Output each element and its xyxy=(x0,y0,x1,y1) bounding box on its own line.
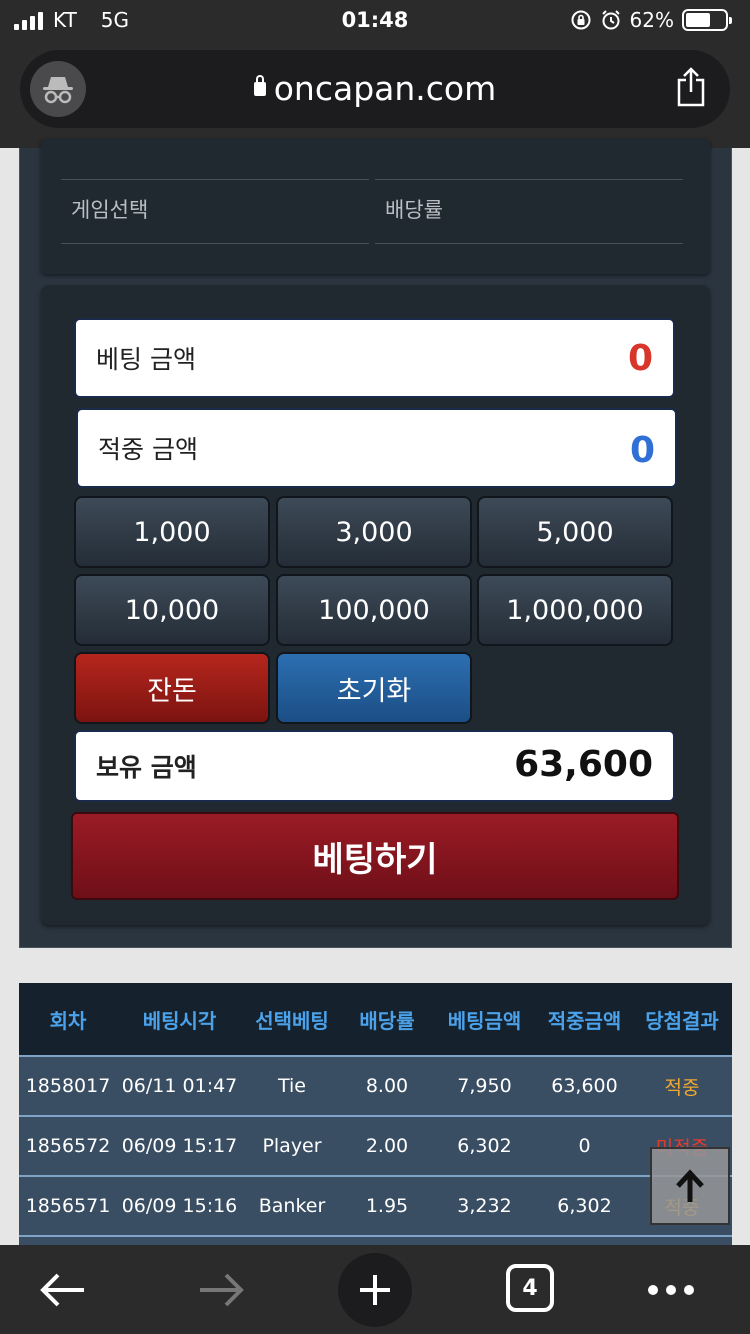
header-bet-time: 베팅시각 xyxy=(142,1008,217,1033)
held-amount-field: 보유 금액 63,600 xyxy=(74,730,675,802)
bet-panel: 베팅 금액 0 적중 금액 0 1,000 3,000 5,000 10,000… xyxy=(41,285,710,925)
header-result: 당첨결과 xyxy=(645,1008,719,1033)
arrow-right-icon xyxy=(200,1273,244,1307)
chip-3000-button[interactable]: 3,000 xyxy=(276,496,472,568)
cell-round: 1858017 xyxy=(25,1075,111,1097)
bet-history-table: 회차 베팅시각 선택베팅 배당률 베팅금액 적중금액 당첨결과 1858017 … xyxy=(19,983,732,1245)
cell-selection: Player xyxy=(262,1135,322,1157)
info-row-round xyxy=(61,138,369,180)
change-button[interactable]: 잔돈 xyxy=(74,652,270,724)
forward-button[interactable] xyxy=(194,1267,248,1313)
browser-toolbar: 4 xyxy=(0,1245,750,1334)
address-bar[interactable]: oncapan.com xyxy=(20,50,730,128)
cell-win-amount: 6,302 xyxy=(557,1195,612,1217)
url-text[interactable]: oncapan.com xyxy=(20,69,730,108)
alarm-icon xyxy=(601,10,620,30)
plus-icon xyxy=(360,1275,390,1305)
cell-odds: 8.00 xyxy=(365,1075,409,1097)
bet-amount-field: 베팅 금액 0 xyxy=(74,318,675,398)
arrow-up-icon xyxy=(676,1169,704,1202)
held-amount-value: 63,600 xyxy=(514,744,653,785)
info-row-type xyxy=(375,138,683,180)
scroll-to-top-button[interactable] xyxy=(650,1147,730,1225)
win-amount-label: 적중 금액 xyxy=(98,435,198,464)
chip-1000000-button[interactable]: 1,000,000 xyxy=(477,574,673,646)
lock-icon xyxy=(253,75,266,96)
chip-5000-button[interactable]: 5,000 xyxy=(477,496,673,568)
win-amount-value: 0 xyxy=(629,430,655,471)
chip-10000-button[interactable]: 10,000 xyxy=(74,574,270,646)
held-amount-label: 보유 금액 xyxy=(96,753,197,782)
share-icon[interactable] xyxy=(674,66,708,112)
more-button[interactable] xyxy=(644,1275,698,1305)
cell-bet-amount: 3,232 xyxy=(457,1195,512,1217)
battery-icon xyxy=(682,9,732,31)
reset-button[interactable]: 초기화 xyxy=(276,652,472,724)
cell-result: 적중 xyxy=(664,1076,700,1099)
new-tab-button[interactable] xyxy=(338,1253,412,1327)
table-row: 1856571 06/09 15:16 Banker 1.95 3,232 6,… xyxy=(19,1175,732,1235)
cell-round: 1856571 xyxy=(25,1195,111,1217)
cell-selection: Banker xyxy=(258,1195,326,1217)
win-amount-field: 적중 금액 0 xyxy=(76,408,677,488)
cell-bet-amount: 6,302 xyxy=(457,1135,512,1157)
rotation-lock-icon xyxy=(571,10,591,30)
cell-time: 06/11 01:47 xyxy=(121,1075,238,1097)
tabs-button[interactable]: 4 xyxy=(506,1264,554,1312)
header-selection: 선택베팅 xyxy=(255,1008,329,1033)
chip-1000-button[interactable]: 1,000 xyxy=(74,496,270,568)
chip-100000-button[interactable]: 100,000 xyxy=(276,574,472,646)
cell-time: 06/09 15:16 xyxy=(121,1195,238,1217)
cell-time: 06/09 15:17 xyxy=(121,1135,238,1157)
cell-odds: 1.95 xyxy=(365,1195,409,1217)
table-row: 1858017 06/11 01:47 Tie 8.00 7,950 63,60… xyxy=(19,1055,732,1115)
arrow-left-icon xyxy=(40,1273,84,1307)
cell-bet-amount: 7,950 xyxy=(457,1075,512,1097)
table-row xyxy=(19,1235,732,1245)
cell-win-amount: 0 xyxy=(578,1135,591,1157)
game-info-panel: 게임선택 배당률 xyxy=(41,138,710,274)
header-win-amount: 적중금액 xyxy=(547,1008,622,1033)
header-round: 회차 xyxy=(49,1008,87,1033)
header-odds: 배당률 xyxy=(359,1008,415,1033)
bet-amount-label: 베팅 금액 xyxy=(96,345,196,374)
more-dots-icon xyxy=(648,1285,694,1295)
info-row-game: 게임선택 xyxy=(61,180,369,244)
place-bet-button[interactable]: 베팅하기 xyxy=(71,812,679,900)
status-bar: KT 5G 01:48 62% xyxy=(0,0,750,44)
back-button[interactable] xyxy=(36,1267,90,1313)
battery-percent: 62% xyxy=(629,8,674,32)
info-row-odds: 배당률 xyxy=(375,180,683,244)
bet-amount-value: 0 xyxy=(627,338,653,379)
cell-selection: Tie xyxy=(278,1075,306,1097)
cell-win-amount: 63,600 xyxy=(551,1075,618,1097)
table-row: 1856572 06/09 15:17 Player 2.00 6,302 0 … xyxy=(19,1115,732,1175)
betting-section: 게임선택 배당률 베팅 금액 0 적중 금액 0 1,000 3,000 5,0… xyxy=(19,138,732,948)
cell-round: 1856572 xyxy=(25,1135,111,1157)
browser-header: oncapan.com xyxy=(0,44,750,148)
cell-odds: 2.00 xyxy=(365,1135,409,1157)
table-header: 회차 베팅시각 선택베팅 배당률 베팅금액 적중금액 당첨결과 xyxy=(19,983,732,1055)
header-bet-amount: 베팅금액 xyxy=(447,1008,522,1033)
